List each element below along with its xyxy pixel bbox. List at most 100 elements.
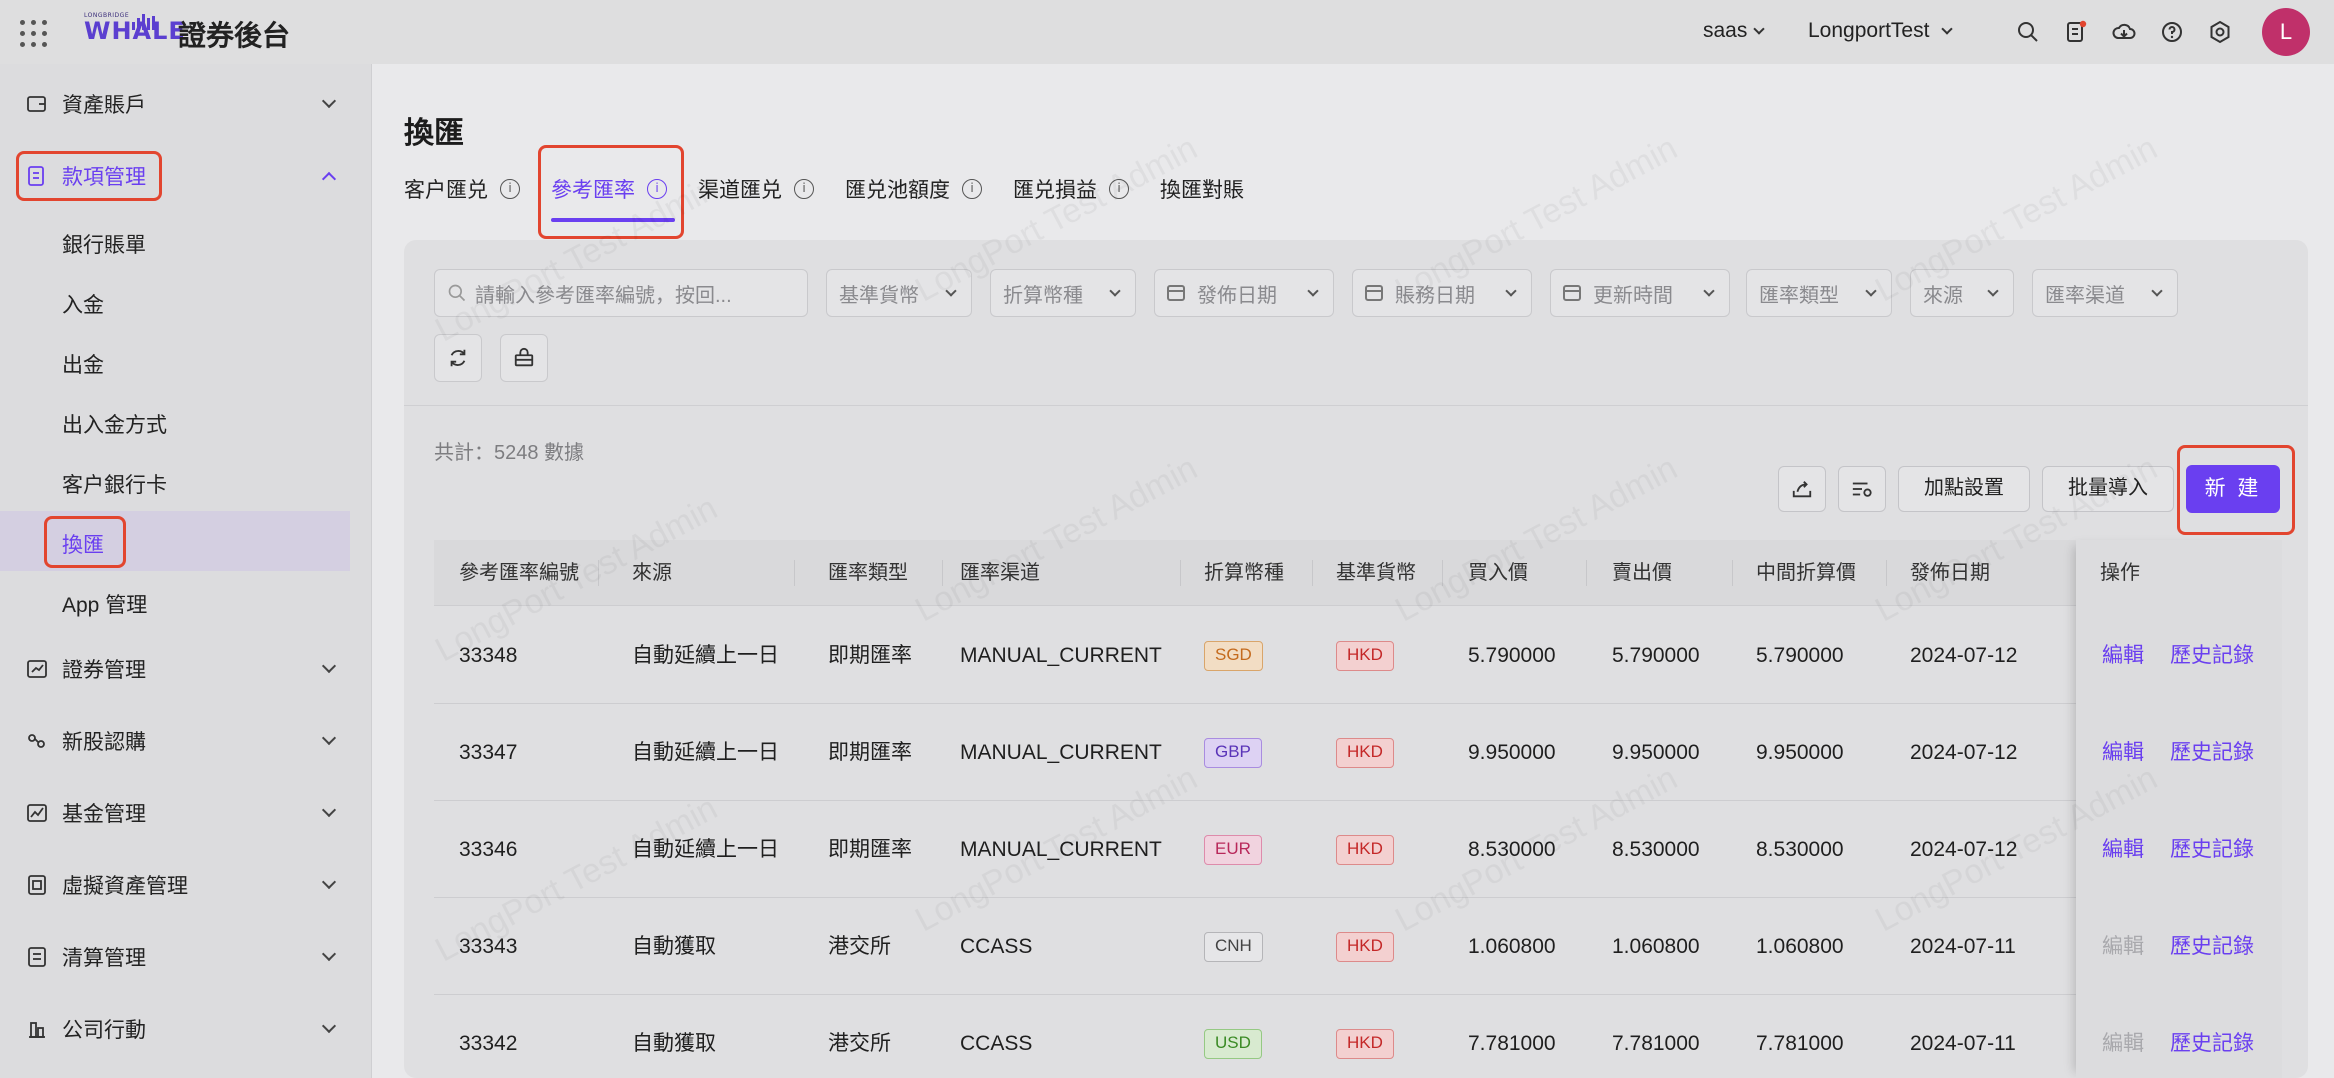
- table-cell-source: 自動延續上一日: [632, 838, 779, 861]
- column-header[interactable]: 買入價: [1468, 540, 1528, 606]
- edit-link[interactable]: 編輯: [2102, 801, 2144, 898]
- column-header[interactable]: 基準貨幣: [1336, 540, 1416, 606]
- history-link[interactable]: 歷史記錄: [2170, 607, 2254, 704]
- table-cell-type: 即期匯率: [828, 741, 912, 764]
- table-row: 33347 自動延續上一日 即期匯率 MANUAL_CURRENT 9.950000 9.…: [434, 704, 2282, 801]
- table-cell-buy: 7.781000: [1468, 1032, 1556, 1055]
- sidebar-subitem-withdrawal[interactable]: 出金: [62, 349, 104, 379]
- cloud-download-icon[interactable]: [2112, 20, 2136, 44]
- chevron-down-icon: [1987, 285, 1999, 297]
- highlight-box: [16, 151, 162, 201]
- currency-tag: HKD: [1336, 738, 1394, 768]
- settings-icon[interactable]: [2208, 20, 2232, 44]
- column-header[interactable]: 折算幣種: [1204, 540, 1284, 606]
- history-link[interactable]: 歷史記錄: [2170, 995, 2254, 1078]
- tenant-selector[interactable]: saas: [1703, 19, 1766, 43]
- rate-type-filter[interactable]: 匯率類型: [1746, 269, 1892, 317]
- history-link[interactable]: 歷史記錄: [2170, 801, 2254, 898]
- update-time-filter[interactable]: 更新時間: [1550, 269, 1730, 317]
- column-header[interactable]: 來源: [632, 540, 672, 606]
- column-header[interactable]: 匯率類型: [828, 540, 908, 606]
- publish-date-filter[interactable]: 發佈日期: [1154, 269, 1334, 317]
- currency-tag: GBP: [1204, 738, 1262, 768]
- currency-tag: CNH: [1204, 932, 1263, 962]
- environment-selector[interactable]: LongportTest: [1808, 19, 1954, 43]
- chevron-down-icon: [1703, 285, 1715, 297]
- base-currency-filter[interactable]: 基準貨幣: [826, 269, 972, 317]
- sidebar-subitem-app-management[interactable]: App 管理: [62, 589, 147, 619]
- basket-icon: [514, 347, 534, 367]
- sidebar-item-fund-products[interactable]: 基金管理: [0, 787, 372, 839]
- search-icon[interactable]: [2016, 20, 2040, 44]
- sidebar-item-corporate-actions[interactable]: 公司行動: [0, 1003, 372, 1055]
- logo: LONGBRIDGE WHALE: [84, 12, 186, 45]
- tab-exchange-pool-quota[interactable]: 匯兑池額度 i: [845, 174, 982, 204]
- table-cell-channel: MANUAL_CURRENT: [960, 838, 1162, 861]
- account-date-filter[interactable]: 賬務日期: [1352, 269, 1532, 317]
- chevron-down-icon: [1505, 285, 1517, 297]
- chevron-down-icon: [1109, 285, 1121, 297]
- table-cell-mid: 9.950000: [1756, 741, 1844, 764]
- convert-currency-filter[interactable]: 折算幣種: [990, 269, 1136, 317]
- table-cell-buy: 9.950000: [1468, 741, 1556, 764]
- help-icon[interactable]: [2160, 20, 2184, 44]
- table-cell-sell: 5.790000: [1612, 644, 1700, 667]
- operations-column: 操作 編輯 歷史記錄 編輯 歷史記錄 編輯 歷史記錄 編輯 歷史記錄 編輯 歷史記錄: [2076, 540, 2282, 1078]
- sidebar: 資產賬戶 款項管理 銀行賬單 入金 出金 出入金方式 客户銀行卡 換匯 App …: [0, 64, 372, 1078]
- refresh-button[interactable]: [434, 334, 482, 382]
- chevron-down-icon: [321, 1018, 337, 1034]
- document-icon[interactable]: [2064, 20, 2088, 44]
- clear-filters-button[interactable]: [500, 334, 548, 382]
- table-cell-buy: 5.790000: [1468, 644, 1556, 667]
- sidebar-item-ipo-subscription[interactable]: 新股認購: [0, 715, 372, 767]
- history-link[interactable]: 歷史記錄: [2170, 704, 2254, 801]
- rate-channel-filter[interactable]: 匯率渠道: [2032, 269, 2178, 317]
- tab-exchange-reconciliation[interactable]: 換匯對賬: [1160, 174, 1244, 204]
- table-cell-type: 即期匯率: [828, 838, 912, 861]
- batch-import-button[interactable]: 批量導入: [2042, 466, 2174, 512]
- sidebar-item-clearing-management[interactable]: 清算管理: [0, 931, 372, 983]
- table-cell-date: 2024-07-12: [1910, 644, 2018, 667]
- source-filter[interactable]: 來源: [1910, 269, 2014, 317]
- table-cell-id: 33348: [459, 644, 518, 667]
- info-icon: i: [962, 179, 982, 199]
- tab-customer-exchange[interactable]: 客户匯兑 i: [404, 174, 520, 204]
- avatar[interactable]: L: [2262, 8, 2310, 56]
- markup-settings-button[interactable]: 加點設置: [1898, 466, 2030, 512]
- export-button[interactable]: [1778, 466, 1826, 512]
- history-link[interactable]: 歷史記錄: [2170, 898, 2254, 995]
- chevron-down-icon: [1941, 23, 1954, 35]
- search-input[interactable]: 請輸入參考匯率編號，按回...: [434, 269, 808, 317]
- edit-link[interactable]: 編輯: [2102, 704, 2144, 801]
- table-cell-type: 港交所: [828, 935, 891, 958]
- table-cell-sell: 9.950000: [1612, 741, 1700, 764]
- column-header[interactable]: 發佈日期: [1910, 540, 1990, 606]
- column-header[interactable]: 賣出價: [1612, 540, 1672, 606]
- apps-grid-icon[interactable]: [20, 20, 48, 48]
- currency-tag: HKD: [1336, 932, 1394, 962]
- sidebar-subitem-customer-bank-cards[interactable]: 客户銀行卡: [62, 469, 167, 499]
- sidebar-item-securities-management[interactable]: 證券管理: [0, 643, 372, 695]
- column-header[interactable]: 匯率渠道: [960, 540, 1040, 606]
- tab-exchange-pnl[interactable]: 匯兑損益 i: [1013, 174, 1129, 204]
- chevron-down-icon: [1753, 23, 1766, 35]
- column-settings-button[interactable]: [1838, 466, 1886, 512]
- sidebar-subitem-deposit[interactable]: 入金: [62, 289, 104, 319]
- sidebar-item-asset-accounts[interactable]: 資產賬戶: [0, 78, 372, 130]
- calendar-icon: [1563, 285, 1581, 301]
- edit-link[interactable]: 編輯: [2102, 607, 2144, 704]
- sidebar-item-virtual-assets[interactable]: 虛擬資產管理: [0, 859, 372, 911]
- column-settings-icon: [1852, 482, 1872, 497]
- table-cell-sell: 8.530000: [1612, 838, 1700, 861]
- sidebar-subitem-payment-methods[interactable]: 出入金方式: [62, 409, 167, 439]
- table-cell-mid: 8.530000: [1756, 838, 1844, 861]
- table-cell-source: 自動延續上一日: [632, 644, 779, 667]
- tab-channel-exchange[interactable]: 渠道匯兑 i: [698, 174, 814, 204]
- table-cell-channel: MANUAL_CURRENT: [960, 741, 1162, 764]
- column-header[interactable]: 參考匯率編號: [459, 540, 579, 606]
- sidebar-subitem-bank-statement[interactable]: 銀行賬單: [62, 229, 146, 259]
- column-header[interactable]: 中間折算價: [1756, 540, 1856, 606]
- crypto-icon: [28, 875, 46, 895]
- corporate-action-icon: [29, 1022, 45, 1038]
- currency-tag: SGD: [1204, 641, 1263, 671]
